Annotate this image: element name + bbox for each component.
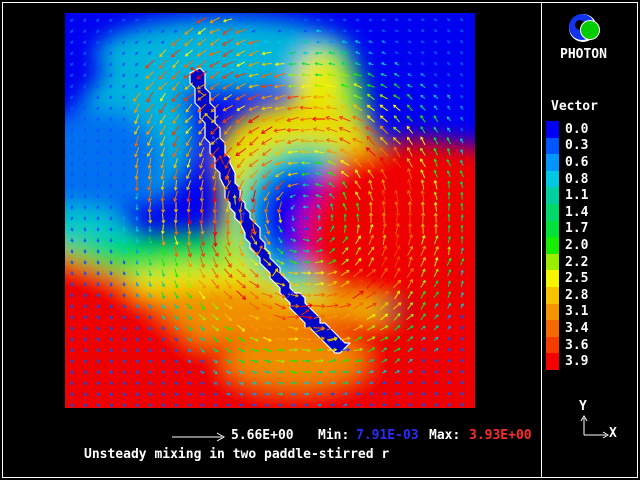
plot-caption: Unsteady mixing in two paddle-stirred r bbox=[84, 447, 389, 462]
max-value: 3.93E+00 bbox=[469, 428, 532, 443]
legend-entry: 1.4 bbox=[546, 204, 588, 221]
legend-swatch bbox=[546, 204, 559, 221]
legend-swatch bbox=[546, 270, 559, 287]
legend-entry: 2.5 bbox=[546, 270, 588, 287]
legend-entry: 1.1 bbox=[546, 187, 588, 204]
legend-swatch bbox=[546, 320, 559, 337]
legend-entry: 3.9 bbox=[546, 353, 588, 370]
legend-entry: 0.8 bbox=[546, 171, 588, 188]
legend-value: 0.8 bbox=[565, 172, 588, 187]
max-label: Max: bbox=[429, 428, 460, 443]
legend-value: 3.6 bbox=[565, 338, 588, 353]
legend-entry: 0.3 bbox=[546, 138, 588, 155]
legend-value: 0.6 bbox=[565, 155, 588, 170]
cfd-plot-viewport[interactable] bbox=[65, 13, 475, 408]
min-label: Min: bbox=[318, 428, 349, 443]
legend-swatch bbox=[546, 304, 559, 321]
legend-entry: 2.8 bbox=[546, 287, 588, 304]
legend-value: 3.4 bbox=[565, 321, 588, 336]
legend-title: Vector bbox=[551, 99, 598, 114]
legend-swatch bbox=[546, 138, 559, 155]
legend-value: 3.9 bbox=[565, 354, 588, 369]
legend-swatch bbox=[546, 187, 559, 204]
reference-vector-icon bbox=[170, 431, 230, 443]
legend-entry: 2.2 bbox=[546, 254, 588, 271]
reference-vector-value: 5.66E+00 bbox=[231, 428, 294, 443]
legend-value: 1.1 bbox=[565, 188, 588, 203]
legend-value: 1.4 bbox=[565, 205, 588, 220]
legend-entry: 0.0 bbox=[546, 121, 588, 138]
legend-value: 1.7 bbox=[565, 221, 588, 236]
legend-swatch bbox=[546, 353, 559, 370]
photon-logo-icon bbox=[566, 11, 604, 47]
legend-entry: 3.6 bbox=[546, 337, 588, 354]
legend-entry: 0.6 bbox=[546, 154, 588, 171]
legend-value: 2.8 bbox=[565, 288, 588, 303]
legend-swatch bbox=[546, 287, 559, 304]
legend-value: 0.3 bbox=[565, 138, 588, 153]
legend-swatch bbox=[546, 221, 559, 238]
legend-entry: 3.1 bbox=[546, 304, 588, 321]
y-axis-label: Y bbox=[579, 399, 587, 414]
legend-entry: 3.4 bbox=[546, 320, 588, 337]
legend-swatch bbox=[546, 121, 559, 138]
x-axis-label: X bbox=[609, 426, 617, 441]
legend-swatch bbox=[546, 154, 559, 171]
photon-window: PHOTON Vector 0.00.3 0.6 0.81.1 1.41.7 2.0 2.… bbox=[0, 0, 640, 480]
legend-value: 2.2 bbox=[565, 255, 588, 270]
legend-swatch bbox=[546, 254, 559, 271]
min-value: 7.91E-03 bbox=[356, 428, 419, 443]
legend-value: 2.5 bbox=[565, 271, 588, 286]
panel-divider bbox=[541, 2, 542, 478]
legend-scale: 0.00.3 0.6 0.81.1 1.41.7 2.0 2.22.5 2.83.1 3.4 3… bbox=[546, 121, 588, 370]
legend-entry: 2.0 bbox=[546, 237, 588, 254]
legend-swatch bbox=[546, 337, 559, 354]
legend-swatch bbox=[546, 237, 559, 254]
legend-value: 0.0 bbox=[565, 122, 588, 137]
legend-value: 3.1 bbox=[565, 304, 588, 319]
logo-label: PHOTON bbox=[560, 47, 607, 62]
legend-value: 2.0 bbox=[565, 238, 588, 253]
legend-swatch bbox=[546, 171, 559, 188]
legend-entry: 1.7 bbox=[546, 221, 588, 238]
